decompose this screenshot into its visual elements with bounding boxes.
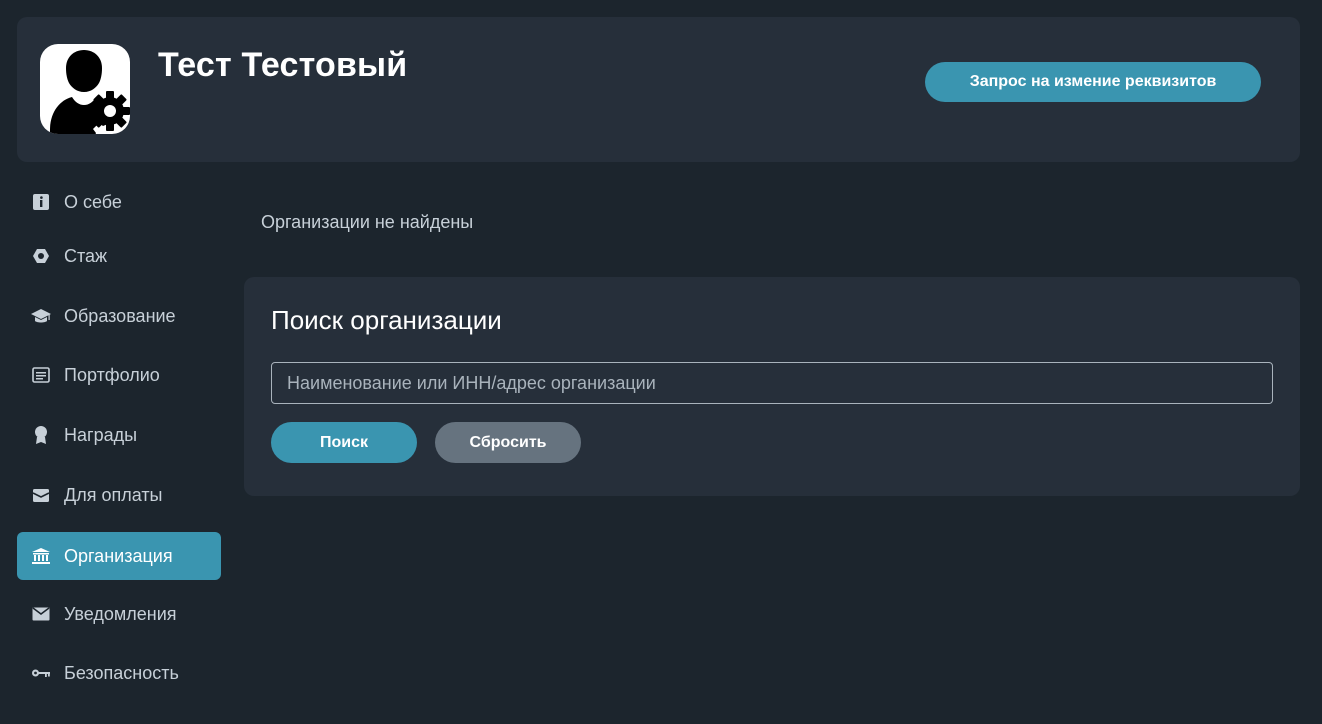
sidebar-item-label: Организация bbox=[64, 545, 173, 566]
sidebar-item-education[interactable]: Образование bbox=[17, 292, 221, 340]
sidebar-item-payment[interactable]: Для оплаты bbox=[17, 471, 221, 519]
sidebar-item-organization[interactable]: Организация bbox=[17, 532, 221, 580]
request-details-change-button[interactable]: Запрос на измение реквизитов bbox=[925, 62, 1261, 102]
sidebar-item-label: О себе bbox=[64, 191, 122, 212]
award-icon bbox=[31, 425, 51, 445]
sidebar-item-portfolio[interactable]: Портфолио bbox=[17, 351, 221, 399]
profile-header: Тест Тестовый Запрос на измение реквизит… bbox=[17, 17, 1300, 162]
bank-icon bbox=[31, 546, 51, 566]
sidebar-item-label: Для оплаты bbox=[64, 484, 163, 505]
document-icon bbox=[31, 365, 51, 385]
sidebar-item-label: Портфолио bbox=[64, 364, 160, 385]
organization-search-input[interactable] bbox=[271, 362, 1273, 404]
sidebar-item-notifications[interactable]: Уведомления bbox=[17, 590, 221, 638]
graduation-cap-icon bbox=[31, 306, 51, 326]
reset-button[interactable]: Сбросить bbox=[435, 422, 581, 463]
sidebar-item-about[interactable]: О себе bbox=[17, 178, 221, 226]
organization-search-panel: Поиск организации Поиск Сбросить bbox=[244, 277, 1300, 496]
sidebar-item-awards[interactable]: Награды bbox=[17, 411, 221, 459]
sidebar-item-label: Образование bbox=[64, 305, 176, 326]
user-settings-icon bbox=[40, 44, 130, 134]
panel-title: Поиск организации bbox=[271, 305, 502, 335]
sidebar-item-label: Уведомления bbox=[64, 603, 177, 624]
sidebar-item-label: Безопасность bbox=[64, 662, 179, 683]
key-icon bbox=[31, 663, 51, 683]
search-button[interactable]: Поиск bbox=[271, 422, 417, 463]
sidebar-item-security[interactable]: Безопасность bbox=[17, 649, 221, 697]
hexagon-icon bbox=[31, 246, 51, 266]
wallet-icon bbox=[31, 485, 51, 505]
user-name: Тест Тестовый bbox=[158, 46, 408, 84]
envelope-icon bbox=[31, 604, 51, 624]
sidebar-item-label: Стаж bbox=[64, 245, 108, 266]
sidebar-item-label: Награды bbox=[64, 424, 138, 445]
info-icon bbox=[31, 192, 51, 212]
sidebar-item-experience[interactable]: Стаж bbox=[17, 232, 221, 280]
no-organizations-message: Организации не найдены bbox=[261, 212, 474, 232]
